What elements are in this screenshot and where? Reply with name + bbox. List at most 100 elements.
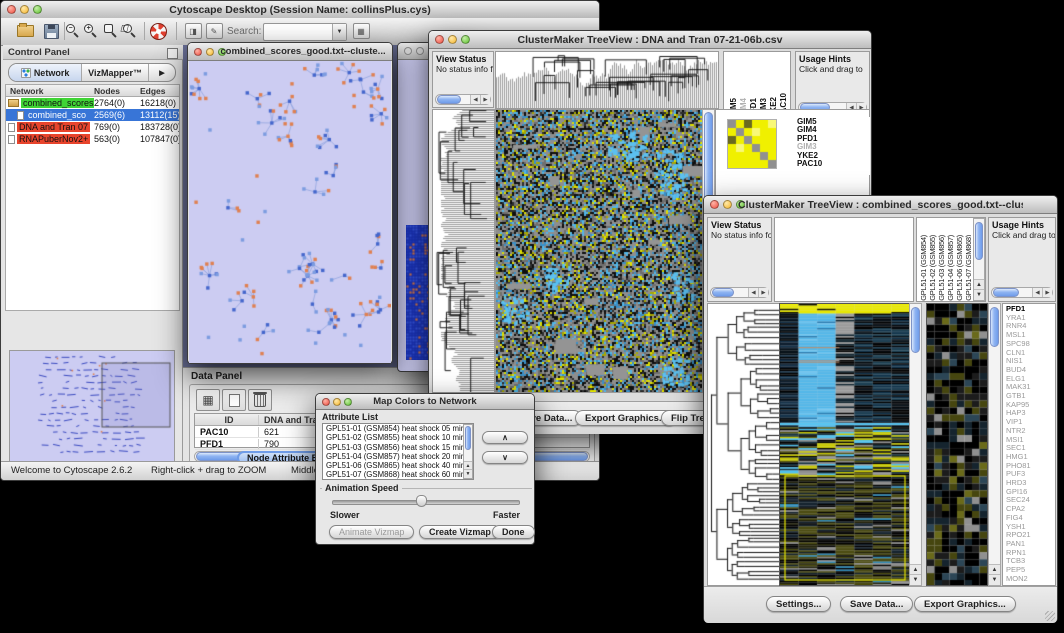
float-panel-icon[interactable]: [167, 48, 178, 59]
close-button[interactable]: [435, 35, 444, 44]
annotation-icon[interactable]: ✎: [204, 21, 224, 41]
tab-vizmapper[interactable]: VizMapper™: [82, 64, 149, 81]
tv1-row-dendrogram[interactable]: [432, 109, 495, 393]
attribute-table-icon[interactable]: ▦: [196, 389, 220, 411]
tv2-zoom-vscrollbar[interactable]: ▲ ▼: [988, 303, 1001, 586]
minimize-button[interactable]: [206, 48, 214, 56]
network-table-row[interactable]: DNA and Tran 07 769(0) 183728(0): [6, 121, 179, 133]
tab-network[interactable]: Network: [9, 64, 82, 81]
attribute-list-item[interactable]: GPL51-06 (GSM865) heat shock 40 min: [323, 461, 463, 470]
zoom-in-icon[interactable]: +: [81, 21, 101, 41]
scroll-right-icon[interactable]: ▶: [480, 95, 490, 104]
array-column-label[interactable]: GPL51-04 (GSM857): [946, 235, 955, 301]
scrollbar-thumb[interactable]: [712, 288, 734, 297]
zoom-selected-icon[interactable]: [101, 21, 121, 41]
network1-title-bar[interactable]: combined_scores_good.txt--cluste...: [188, 43, 392, 61]
search-dropdown-arrow-icon[interactable]: ▼: [332, 24, 346, 40]
attribute-list-item[interactable]: GPL51-04 (GSM857) heat shock 20 min: [323, 452, 463, 461]
scroll-down-icon[interactable]: ▼: [989, 574, 1000, 585]
network-canvas[interactable]: [189, 61, 391, 363]
scrollbar-thumb[interactable]: [975, 222, 983, 260]
network-overview-thumbnail[interactable]: [9, 350, 175, 462]
tv1-status-hscrollbar[interactable]: ◀▶: [435, 94, 491, 105]
attribute-list-vscrollbar[interactable]: ▲ ▼: [463, 424, 473, 479]
tv1-usage-hints-title: Usage Hints: [796, 52, 869, 64]
open-session-icon[interactable]: [15, 21, 35, 41]
create-vizmap-button[interactable]: Create Vizmap: [419, 525, 501, 539]
slider-thumb[interactable]: [416, 495, 427, 507]
close-button[interactable]: [322, 398, 330, 406]
animate-vizmap-button[interactable]: Animate Vizmap: [329, 525, 414, 539]
scrollbar-thumb[interactable]: [465, 426, 471, 450]
array-column-label[interactable]: GPL51-07 (GSM868): [964, 235, 971, 301]
attribute-list-item[interactable]: GPL51-02 (GSM855) heat shock 10 min: [323, 433, 463, 442]
help-icon[interactable]: [148, 21, 168, 41]
tv2-row-dendrogram[interactable]: [707, 303, 781, 586]
scroll-left-icon[interactable]: ◀: [1032, 288, 1042, 297]
minimize-button[interactable]: [416, 47, 424, 55]
scrollbar-thumb[interactable]: [993, 288, 1019, 297]
delete-attribute-icon[interactable]: [248, 389, 272, 411]
save-session-icon[interactable]: [41, 21, 61, 41]
tv2-settings-button[interactable]: Settings...: [766, 596, 831, 612]
scroll-down-icon[interactable]: ▼: [974, 289, 984, 300]
map-dialog-title-bar[interactable]: Map Colors to Network: [316, 394, 534, 410]
network-table-row[interactable]: combined_scores 2764(0) 16218(0): [6, 97, 179, 109]
attribute-browser-icon[interactable]: ▦: [351, 21, 371, 41]
tab-overflow-arrow[interactable]: ▶: [149, 64, 175, 81]
array-column-label[interactable]: GPL51-06 (GSM865): [955, 235, 964, 301]
attribute-list-item[interactable]: GPL51-03 (GSM856) heat shock 15 min: [323, 443, 463, 452]
minimize-button[interactable]: [20, 5, 29, 14]
scroll-right-icon[interactable]: ▶: [758, 288, 768, 297]
tv1-zoom-matrix[interactable]: [727, 119, 777, 169]
attribute-list-item[interactable]: GPL51-07 (GSM868) heat shock 60 min: [323, 470, 463, 479]
treeview2-title-bar[interactable]: ClusterMaker TreeView : combined_scores_…: [704, 196, 1057, 214]
main-title-bar[interactable]: Cytoscape Desktop (Session Name: collins…: [1, 1, 599, 19]
search-input[interactable]: ▼: [263, 23, 347, 41]
tv1-heatmap[interactable]: [495, 109, 703, 393]
zoom-fit-icon[interactable]: ⃞: [120, 21, 140, 41]
tv2-zoom-heatmap[interactable]: [926, 303, 988, 586]
close-button[interactable]: [710, 200, 719, 209]
done-button[interactable]: Done: [492, 525, 535, 539]
scrollbar-thumb[interactable]: [911, 307, 920, 353]
tv1-column-dendrogram[interactable]: [495, 51, 719, 109]
array-column-label[interactable]: GPL51-01 (GSM854): [919, 235, 928, 301]
treeview1-title-bar[interactable]: ClusterMaker TreeView : DNA and Tran 07-…: [429, 31, 871, 49]
close-button[interactable]: [7, 5, 16, 14]
network-table-row[interactable]: combined_sco 2569(6) 13112(15): [6, 109, 179, 121]
animation-speed-label: Animation Speed: [322, 483, 402, 493]
tv2-save-data-button[interactable]: Save Data...: [840, 596, 913, 612]
array-column-label[interactable]: GPL51-02 (GSM855): [928, 235, 937, 301]
scrollbar-thumb[interactable]: [437, 95, 461, 104]
attribute-list-item[interactable]: GPL51-01 (GSM854) heat shock 05 min: [323, 424, 463, 433]
tv2-export-graphics-button[interactable]: Export Graphics...: [914, 596, 1016, 612]
scroll-left-icon[interactable]: ◀: [748, 288, 758, 297]
close-button[interactable]: [404, 47, 412, 55]
resize-grip[interactable]: [1045, 611, 1055, 621]
gene-row-label[interactable]: PAC10: [797, 160, 870, 168]
minimize-button[interactable]: [448, 35, 457, 44]
vizmapper-icon[interactable]: ◨: [183, 21, 203, 41]
tv2-hints-hscrollbar[interactable]: ◀▶: [991, 287, 1053, 298]
scroll-down-icon[interactable]: ▼: [464, 469, 472, 478]
array-column-label[interactable]: GPL51-03 (GSM856): [937, 235, 946, 301]
gene-label[interactable]: MON2: [1006, 575, 1055, 584]
move-down-button[interactable]: ∨: [482, 451, 528, 464]
scroll-right-icon[interactable]: ▶: [1042, 288, 1052, 297]
scroll-left-icon[interactable]: ◀: [470, 95, 480, 104]
zoom-out-icon[interactable]: −: [63, 21, 83, 41]
tv2-heatmap-vscrollbar[interactable]: ▲ ▼: [909, 303, 922, 586]
network-table-row[interactable]: RNAPuberNov2+ 563(0) 107847(0): [6, 133, 179, 145]
scrollbar-thumb[interactable]: [990, 307, 999, 347]
tv2-array-vscrollbar[interactable]: ▲ ▼: [973, 218, 985, 301]
move-up-button[interactable]: ∧: [482, 431, 528, 444]
minimize-button[interactable]: [723, 200, 732, 209]
minimize-button[interactable]: [333, 398, 341, 406]
tv2-heatmap[interactable]: [779, 303, 911, 586]
close-button[interactable]: [194, 48, 202, 56]
status-welcome: Welcome to Cytoscape 2.6.2: [11, 465, 132, 476]
new-attribute-icon[interactable]: [222, 389, 246, 411]
scroll-down-icon[interactable]: ▼: [910, 574, 921, 585]
tv2-status-hscrollbar[interactable]: ◀▶: [710, 287, 769, 298]
